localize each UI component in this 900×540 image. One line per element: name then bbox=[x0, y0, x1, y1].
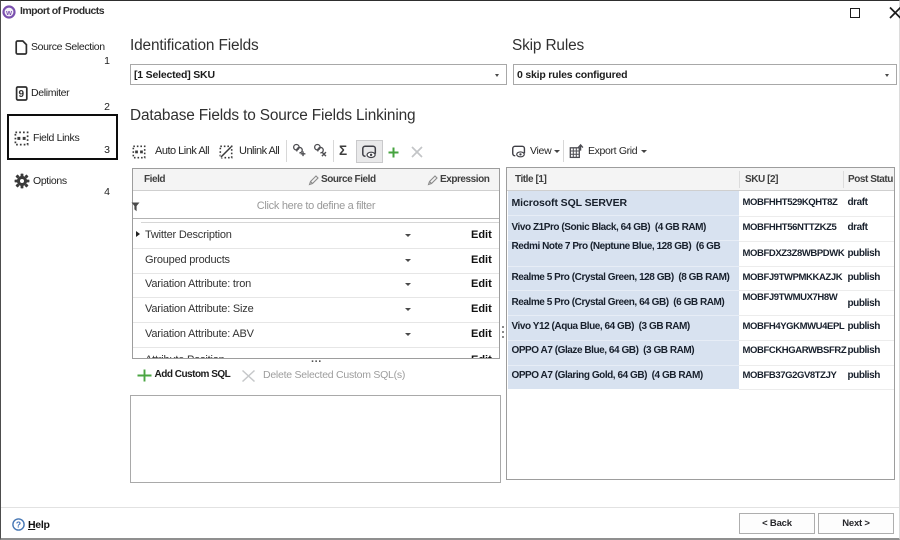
svg-text:w: w bbox=[5, 8, 12, 17]
svg-text:9: 9 bbox=[19, 89, 25, 100]
svg-text:?: ? bbox=[16, 520, 21, 530]
